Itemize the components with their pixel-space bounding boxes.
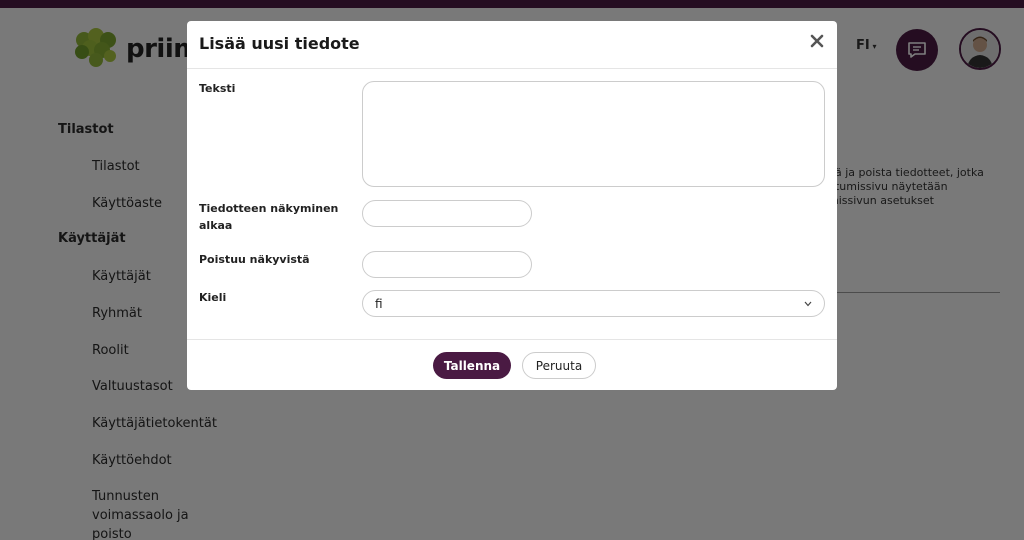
text-field[interactable] [362,81,825,187]
modal-footer: Tallenna Peruuta [187,339,837,390]
modal-title: Lisää uusi tiedote [199,34,360,53]
text-label: Teksti [199,82,236,95]
add-announcement-modal: Lisää uusi tiedote Teksti Tiedotteen näk… [187,21,837,390]
save-button[interactable]: Tallenna [433,352,511,379]
start-date-label: Tiedotteen näkyminen alkaa [199,200,338,234]
close-button[interactable] [807,31,827,51]
start-date-label-line: alkaa [199,219,233,232]
language-select[interactable]: fi [362,290,825,317]
modal-header: Lisää uusi tiedote [187,21,837,69]
start-date-field[interactable] [362,200,532,227]
close-icon [810,34,824,48]
end-date-label: Poistuu näkyvistä [199,253,310,266]
chevron-down-icon [804,301,812,306]
language-field-label: Kieli [199,291,227,304]
cancel-button[interactable]: Peruuta [522,352,596,379]
end-date-field[interactable] [362,251,532,278]
language-select-value: fi [375,296,383,311]
start-date-label-line: Tiedotteen näkyminen [199,202,339,215]
